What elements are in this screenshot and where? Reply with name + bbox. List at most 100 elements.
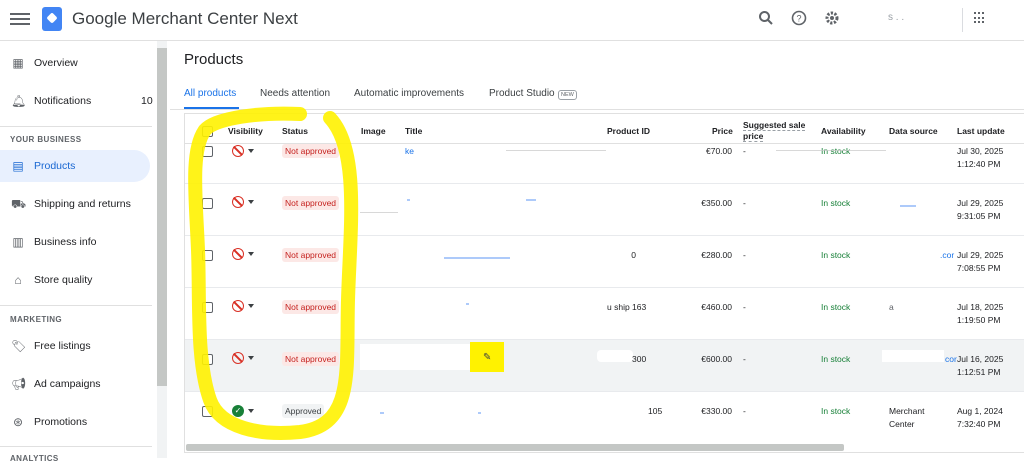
not-visible-icon[interactable] <box>232 248 244 260</box>
tabs-divider <box>170 109 1024 110</box>
top-app-bar: Google Merchant Center Next ? s . . <box>0 0 1024 41</box>
megaphone-icon: 📢︎ <box>11 377 27 391</box>
redacted-text <box>466 303 469 305</box>
column-header-availability[interactable]: Availability <box>821 126 866 136</box>
not-visible-icon[interactable] <box>232 145 244 157</box>
menu-icon[interactable] <box>10 10 30 30</box>
status-badge: Not approved <box>282 300 340 314</box>
product-price: €70.00 <box>706 146 732 156</box>
sidebar-item-notifications[interactable]: 🔔︎ Notifications 10 <box>0 85 153 117</box>
status-badge: Approved <box>282 404 325 418</box>
divider <box>0 305 152 306</box>
row-divider <box>185 183 1024 184</box>
redacted-title <box>360 344 472 370</box>
data-source[interactable]: cor <box>945 354 957 364</box>
new-badge: NEW <box>558 90 577 100</box>
apps-grid-icon[interactable] <box>974 12 986 24</box>
redacted-text <box>526 199 536 201</box>
sidebar-scrollbar-thumb[interactable] <box>157 48 167 386</box>
status-badge: Not approved <box>282 144 340 158</box>
business-icon: ▥ <box>12 235 24 249</box>
gear-icon[interactable] <box>822 10 842 30</box>
product-title[interactable]: ke <box>405 146 414 156</box>
sidebar-item-promotions[interactable]: ⊛ Promotions <box>0 406 150 438</box>
tab-automatic-improvements[interactable]: Automatic improvements <box>354 88 464 99</box>
sidebar-item-shipping[interactable]: ⛟ Shipping and returns <box>0 188 150 220</box>
app-title: Google Merchant Center Next <box>72 9 298 28</box>
row-checkbox[interactable] <box>202 302 213 313</box>
not-visible-icon[interactable] <box>232 300 244 312</box>
tab-needs-attention[interactable]: Needs attention <box>260 88 330 99</box>
chevron-down-icon[interactable] <box>248 356 254 360</box>
sidebar-item-free-listings[interactable]: 🏷︎ Free listings <box>0 330 150 362</box>
redacted-text <box>380 412 384 414</box>
column-header-suggested-price[interactable]: Suggested sale price <box>743 120 809 142</box>
chevron-down-icon[interactable] <box>248 200 254 204</box>
sidebar: ▦ Overview 🔔︎ Notifications 10 YOUR BUSI… <box>0 41 156 463</box>
row-divider <box>185 235 1024 236</box>
last-update-date: Jul 30, 2025 <box>957 146 1004 156</box>
row-checkbox[interactable] <box>202 406 213 417</box>
dashboard-icon: ▦ <box>12 56 24 70</box>
column-header-status[interactable]: Status <box>282 126 308 136</box>
column-header-title[interactable]: Title <box>405 126 422 136</box>
sidebar-item-business-info[interactable]: ▥ Business info <box>0 226 150 258</box>
sidebar-item-label: Notifications <box>34 95 92 107</box>
sidebar-item-products[interactable]: ▤ Products <box>0 150 150 182</box>
data-source[interactable]: a <box>889 302 894 312</box>
column-header-visibility[interactable]: Visibility <box>228 126 263 136</box>
chevron-down-icon[interactable] <box>248 252 254 256</box>
availability: In stock <box>821 198 851 208</box>
column-header-last-update[interactable]: Last update <box>957 126 1005 136</box>
availability: In stock <box>821 354 851 364</box>
availability: In stock <box>821 302 851 312</box>
row-divider <box>185 287 1024 288</box>
redacted-id <box>597 350 633 362</box>
chevron-down-icon[interactable] <box>248 409 254 413</box>
select-all-checkbox[interactable] <box>202 126 213 137</box>
products-table <box>184 113 1024 453</box>
row-checkbox[interactable] <box>202 250 213 261</box>
row-checkbox[interactable] <box>202 198 213 209</box>
last-update-date: Jul 18, 2025 <box>957 302 1004 312</box>
product-price: €280.00 <box>701 250 732 260</box>
sidebar-item-label: Products <box>34 160 76 172</box>
bell-icon: 🔔︎ <box>11 94 27 108</box>
data-source[interactable]: .cor <box>940 250 954 260</box>
availability: In stock <box>821 146 851 156</box>
search-icon[interactable] <box>756 10 776 30</box>
pencil-icon[interactable]: ✎ <box>483 352 491 363</box>
sidebar-item-overview[interactable]: ▦ Overview <box>0 47 150 79</box>
sidebar-item-store-quality[interactable]: ⌂ Store quality <box>0 264 150 296</box>
sidebar-item-label: Business info <box>34 236 97 248</box>
suggested-price: - <box>743 146 746 156</box>
chevron-down-icon[interactable] <box>248 304 254 308</box>
redacted-data-source <box>882 350 944 362</box>
redacted-text <box>444 257 510 259</box>
sidebar-item-label: Shipping and returns <box>34 198 131 210</box>
divider <box>0 446 152 447</box>
visible-check-icon[interactable]: ✓ <box>232 405 244 417</box>
tab-product-studio[interactable]: Product Studio <box>489 88 555 99</box>
last-update-date: Jul 29, 2025 <box>957 250 1004 260</box>
availability: In stock <box>821 250 851 260</box>
divider <box>0 126 152 127</box>
account-name[interactable]: s . . <box>888 12 904 23</box>
not-visible-icon[interactable] <box>232 352 244 364</box>
row-checkbox[interactable] <box>202 354 213 365</box>
column-header-data-source[interactable]: Data source <box>889 126 938 136</box>
row-checkbox[interactable] <box>202 146 213 157</box>
column-header-product-id[interactable]: Product ID <box>607 126 650 136</box>
tab-all-products[interactable]: All products <box>184 88 236 99</box>
help-icon[interactable]: ? <box>789 10 809 30</box>
product-price: €350.00 <box>701 198 732 208</box>
column-header-price[interactable]: Price <box>712 126 733 136</box>
chevron-down-icon[interactable] <box>248 149 254 153</box>
not-visible-icon[interactable] <box>232 196 244 208</box>
promotion-icon: ⊛ <box>12 415 24 429</box>
sidebar-item-label: Overview <box>34 57 78 69</box>
product-price: €600.00 <box>701 354 732 364</box>
horizontal-scrollbar-thumb[interactable] <box>186 444 844 451</box>
sidebar-item-ad-campaigns[interactable]: 📢︎ Ad campaigns <box>0 368 150 400</box>
last-update-date: Aug 1, 2024 <box>957 406 1003 416</box>
